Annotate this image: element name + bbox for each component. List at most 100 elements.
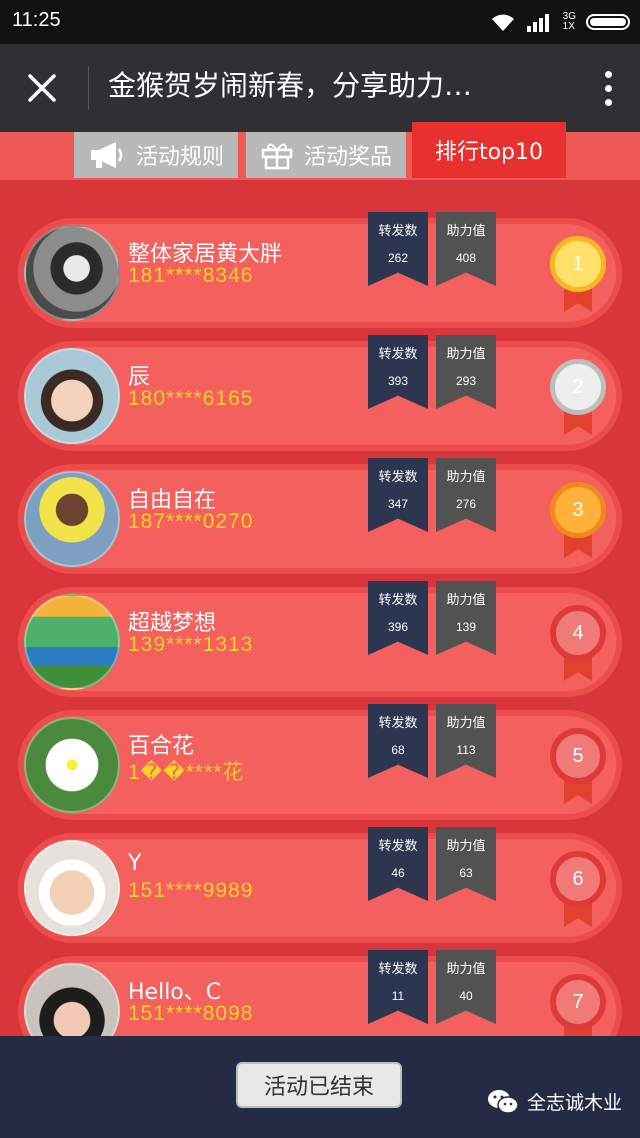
network-type: 3G 1X <box>563 12 576 32</box>
help-value-ribbon: 助力值 293 <box>436 335 496 409</box>
forward-count-value: 68 <box>391 743 405 757</box>
help-value-value: 139 <box>455 620 477 634</box>
help-value-label: 助力值 <box>446 839 486 854</box>
brand-watermark: 全志诚木业 <box>487 1088 622 1115</box>
help-value-ribbon: 助力值 113 <box>436 704 496 778</box>
ranking-list[interactable]: 整体家居黄大胖 181****8346 转发数 262 助力值 408 1 辰 … <box>0 180 640 1036</box>
wifi-icon <box>491 14 514 31</box>
forward-count-ribbon: 转发数 347 <box>368 458 428 532</box>
bottom-bar: 活动已结束 全志诚木业 <box>0 1036 640 1138</box>
ranking-row: 百合花 1��****花 转发数 68 助力值 113 5 <box>18 704 622 820</box>
network-type-bottom: 1X <box>562 21 575 32</box>
help-value-label: 助力值 <box>446 347 486 362</box>
more-button[interactable] <box>598 66 618 110</box>
status-icons: 3G 1X <box>489 9 630 35</box>
help-value-value: 408 <box>455 251 477 265</box>
help-value-value: 63 <box>459 866 473 880</box>
help-value-label: 助力值 <box>446 470 486 485</box>
rank-medal: 4 <box>550 605 606 683</box>
forward-count-label: 转发数 <box>378 962 418 977</box>
avatar <box>24 717 120 813</box>
ranking-row: Y 151****9989 转发数 46 助力值 63 6 <box>18 827 622 943</box>
avatar <box>24 963 120 1036</box>
help-value-label: 助力值 <box>446 593 486 608</box>
help-value-value: 113 <box>456 743 476 757</box>
avatar <box>24 594 120 690</box>
close-icon <box>28 74 56 102</box>
ranking-row: 超越梦想 139****1313 转发数 396 助力值 139 4 <box>18 581 622 697</box>
rank-number: 7 <box>550 974 606 1030</box>
tab-ranking-label: 排行top10 <box>434 140 544 165</box>
gift-icon <box>261 143 293 170</box>
help-value-ribbon: 助力值 40 <box>436 950 496 1024</box>
battery-icon <box>586 14 630 30</box>
rank-medal: 3 <box>550 482 606 560</box>
avatar <box>24 471 120 567</box>
ranking-row: 自由自在 187****0270 转发数 347 助力值 276 3 <box>18 458 622 574</box>
forward-count-ribbon: 转发数 393 <box>368 335 428 409</box>
user-phone: 151****9989 <box>128 879 254 902</box>
title-bar: 金猴贺岁闹新春，分享助力… <box>0 44 640 132</box>
forward-count-ribbon: 转发数 11 <box>368 950 428 1024</box>
forward-count-label: 转发数 <box>378 470 418 485</box>
help-value-label: 助力值 <box>446 962 486 977</box>
more-vertical-icon <box>604 70 612 78</box>
rank-medal: 6 <box>550 851 606 929</box>
help-value-value: 276 <box>455 497 477 511</box>
status-bar: 11:25 3G 1X <box>0 0 640 44</box>
help-value-label: 助力值 <box>446 716 486 731</box>
forward-count-label: 转发数 <box>378 716 418 731</box>
rank-medal: 2 <box>550 359 606 437</box>
rank-medal: 1 <box>550 236 606 314</box>
rank-number: 5 <box>550 728 606 784</box>
forward-count-value: 11 <box>391 989 405 1003</box>
tab-rules-label: 活动规则 <box>135 145 224 170</box>
rank-medal: 7 <box>550 974 606 1036</box>
rank-number: 1 <box>550 236 606 292</box>
user-name: Y <box>128 851 142 876</box>
title-divider <box>88 66 89 110</box>
user-phone: 1��****花 <box>128 761 245 784</box>
tab-prizes[interactable]: 活动奖品 <box>246 132 406 178</box>
forward-count-value: 396 <box>387 620 409 634</box>
user-phone: 187****0270 <box>128 510 254 533</box>
avatar <box>24 348 120 444</box>
ranking-row: Hello、C 151****8098 转发数 11 助力值 40 7 <box>18 950 622 1036</box>
avatar <box>24 840 120 936</box>
rank-number: 4 <box>550 605 606 661</box>
page-title: 金猴贺岁闹新春，分享助力… <box>108 69 473 102</box>
help-value-value: 40 <box>459 989 473 1003</box>
wechat-icon <box>487 1089 519 1114</box>
forward-count-value: 262 <box>387 251 409 265</box>
status-time: 11:25 <box>12 9 61 31</box>
close-button[interactable] <box>20 66 64 110</box>
forward-count-ribbon: 转发数 46 <box>368 827 428 901</box>
tab-ranking[interactable]: 排行top10 <box>412 122 566 178</box>
rank-medal: 5 <box>550 728 606 806</box>
avatar <box>24 225 120 321</box>
forward-count-ribbon: 转发数 396 <box>368 581 428 655</box>
forward-count-label: 转发数 <box>378 839 418 854</box>
help-value-label: 助力值 <box>446 224 486 239</box>
rank-number: 3 <box>550 482 606 538</box>
user-phone: 180****6165 <box>128 387 254 410</box>
tab-rules[interactable]: 活动规则 <box>74 132 238 178</box>
help-value-ribbon: 助力值 139 <box>436 581 496 655</box>
signal-icon <box>526 14 549 32</box>
forward-count-label: 转发数 <box>378 593 418 608</box>
help-value-ribbon: 助力值 276 <box>436 458 496 532</box>
user-phone: 181****8346 <box>128 264 254 287</box>
rank-number: 6 <box>550 851 606 907</box>
tab-prizes-label: 活动奖品 <box>303 145 392 170</box>
forward-count-value: 46 <box>391 866 405 880</box>
ranking-row: 整体家居黄大胖 181****8346 转发数 262 助力值 408 1 <box>18 212 622 328</box>
ranking-row: 辰 180****6165 转发数 393 助力值 293 2 <box>18 335 622 451</box>
forward-count-label: 转发数 <box>378 224 418 239</box>
help-value-ribbon: 助力值 408 <box>436 212 496 286</box>
forward-count-label: 转发数 <box>378 347 418 362</box>
forward-count-value: 393 <box>387 374 409 388</box>
user-phone: 139****1313 <box>128 633 254 656</box>
forward-count-value: 347 <box>387 497 409 511</box>
activity-ended-button[interactable]: 活动已结束 <box>236 1062 402 1108</box>
megaphone-icon <box>90 142 123 168</box>
